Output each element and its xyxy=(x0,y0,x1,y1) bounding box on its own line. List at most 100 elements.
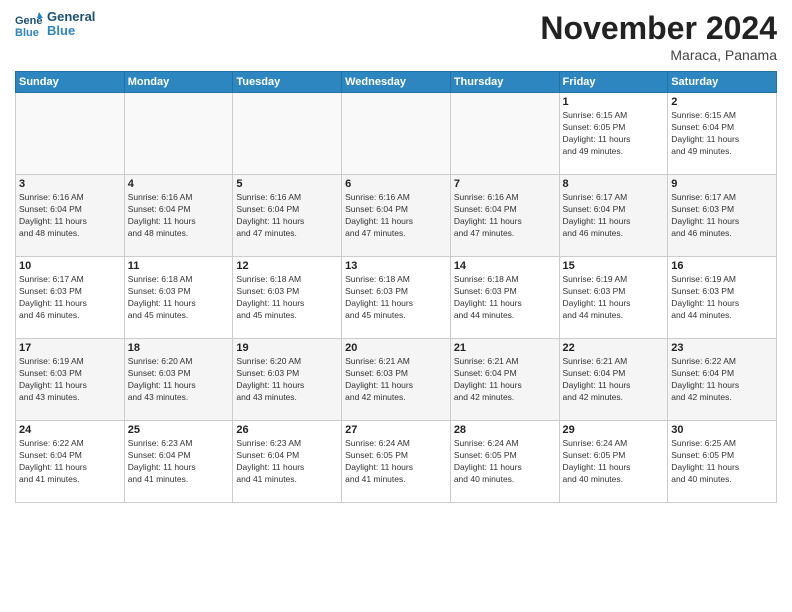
day-info: Sunrise: 6:19 AM Sunset: 6:03 PM Dayligh… xyxy=(671,274,773,322)
week-row-5: 24 Sunrise: 6:22 AM Sunset: 6:04 PM Dayli… xyxy=(16,421,777,503)
col-header-friday: Friday xyxy=(559,72,668,93)
calendar-cell xyxy=(342,93,451,175)
svg-text:Blue: Blue xyxy=(15,27,39,38)
logo-icon: General Blue xyxy=(15,10,43,38)
calendar-cell: 11 Sunrise: 6:18 AM Sunset: 6:03 PM Dayli… xyxy=(124,257,233,339)
location: Maraca, Panama xyxy=(540,47,777,63)
day-info: Sunrise: 6:18 AM Sunset: 6:03 PM Dayligh… xyxy=(128,274,230,322)
calendar-cell: 27 Sunrise: 6:24 AM Sunset: 6:05 PM Dayli… xyxy=(342,421,451,503)
calendar-page: General Blue General Blue November 2024 … xyxy=(0,0,792,612)
day-number: 1 xyxy=(563,96,665,108)
day-info: Sunrise: 6:23 AM Sunset: 6:04 PM Dayligh… xyxy=(236,438,338,486)
calendar-cell xyxy=(233,93,342,175)
logo-line1: General xyxy=(47,10,95,24)
header: General Blue General Blue November 2024 … xyxy=(15,10,777,63)
col-header-sunday: Sunday xyxy=(16,72,125,93)
day-info: Sunrise: 6:17 AM Sunset: 6:04 PM Dayligh… xyxy=(563,192,665,240)
day-number: 26 xyxy=(236,424,338,436)
day-number: 12 xyxy=(236,260,338,272)
day-number: 11 xyxy=(128,260,230,272)
day-info: Sunrise: 6:15 AM Sunset: 6:04 PM Dayligh… xyxy=(671,110,773,158)
day-info: Sunrise: 6:17 AM Sunset: 6:03 PM Dayligh… xyxy=(671,192,773,240)
calendar-cell: 7Sunrise: 6:16 AM Sunset: 6:04 PM Daylig… xyxy=(450,175,559,257)
day-number: 13 xyxy=(345,260,447,272)
calendar-cell: 14 Sunrise: 6:18 AM Sunset: 6:03 PM Dayli… xyxy=(450,257,559,339)
day-info: Sunrise: 6:22 AM Sunset: 6:04 PM Dayligh… xyxy=(19,438,121,486)
day-info: Sunrise: 6:21 AM Sunset: 6:04 PM Dayligh… xyxy=(454,356,556,404)
day-number: 16 xyxy=(671,260,773,272)
day-number: 3 xyxy=(19,178,121,190)
calendar-cell: 12 Sunrise: 6:18 AM Sunset: 6:03 PM Dayli… xyxy=(233,257,342,339)
calendar-table: SundayMondayTuesdayWednesdayThursdayFrid… xyxy=(15,71,777,503)
calendar-cell: 8 Sunrise: 6:17 AM Sunset: 6:04 PM Daylig… xyxy=(559,175,668,257)
calendar-cell: 9 Sunrise: 6:17 AM Sunset: 6:03 PM Daylig… xyxy=(668,175,777,257)
calendar-cell: 28Sunrise: 6:24 AM Sunset: 6:05 PM Dayli… xyxy=(450,421,559,503)
week-row-3: 10 Sunrise: 6:17 AM Sunset: 6:03 PM Dayli… xyxy=(16,257,777,339)
calendar-cell: 5 Sunrise: 6:16 AM Sunset: 6:04 PM Daylig… xyxy=(233,175,342,257)
day-info: Sunrise: 6:19 AM Sunset: 6:03 PM Dayligh… xyxy=(19,356,121,404)
calendar-cell: 4 Sunrise: 6:16 AM Sunset: 6:04 PM Daylig… xyxy=(124,175,233,257)
calendar-cell xyxy=(16,93,125,175)
col-header-saturday: Saturday xyxy=(668,72,777,93)
day-number: 22 xyxy=(563,342,665,354)
calendar-cell xyxy=(450,93,559,175)
day-number: 5 xyxy=(236,178,338,190)
week-row-2: 3 Sunrise: 6:16 AM Sunset: 6:04 PM Daylig… xyxy=(16,175,777,257)
day-info: Sunrise: 6:24 AM Sunset: 6:05 PM Dayligh… xyxy=(345,438,447,486)
calendar-cell: 1 Sunrise: 6:15 AM Sunset: 6:05 PM Daylig… xyxy=(559,93,668,175)
day-info: Sunrise: 6:17 AM Sunset: 6:03 PM Dayligh… xyxy=(19,274,121,322)
calendar-cell: 10 Sunrise: 6:17 AM Sunset: 6:03 PM Dayli… xyxy=(16,257,125,339)
calendar-cell: 13 Sunrise: 6:18 AM Sunset: 6:03 PM Dayli… xyxy=(342,257,451,339)
day-number: 25 xyxy=(128,424,230,436)
day-info: Sunrise: 6:18 AM Sunset: 6:03 PM Dayligh… xyxy=(236,274,338,322)
day-info: Sunrise: 6:20 AM Sunset: 6:03 PM Dayligh… xyxy=(236,356,338,404)
day-info: Sunrise: 6:16 AM Sunset: 6:04 PM Dayligh… xyxy=(236,192,338,240)
day-number: 27 xyxy=(345,424,447,436)
calendar-cell: 26 Sunrise: 6:23 AM Sunset: 6:04 PM Dayli… xyxy=(233,421,342,503)
calendar-cell: 6 Sunrise: 6:16 AM Sunset: 6:04 PM Daylig… xyxy=(342,175,451,257)
day-info: Sunrise: 6:16 AM Sunset: 6:04 PM Dayligh… xyxy=(128,192,230,240)
day-info: Sunrise: 6:18 AM Sunset: 6:03 PM Dayligh… xyxy=(454,274,556,322)
day-number: 4 xyxy=(128,178,230,190)
calendar-cell: 19 Sunrise: 6:20 AM Sunset: 6:03 PM Dayli… xyxy=(233,339,342,421)
day-info: Sunrise: 6:19 AM Sunset: 6:03 PM Dayligh… xyxy=(563,274,665,322)
day-number: 10 xyxy=(19,260,121,272)
day-number: 2 xyxy=(671,96,773,108)
day-number: 18 xyxy=(128,342,230,354)
calendar-cell: 3 Sunrise: 6:16 AM Sunset: 6:04 PM Daylig… xyxy=(16,175,125,257)
day-info: Sunrise: 6:22 AM Sunset: 6:04 PM Dayligh… xyxy=(671,356,773,404)
calendar-cell: 2 Sunrise: 6:15 AM Sunset: 6:04 PM Daylig… xyxy=(668,93,777,175)
calendar-cell: 20Sunrise: 6:21 AM Sunset: 6:03 PM Dayli… xyxy=(342,339,451,421)
month-title: November 2024 xyxy=(540,10,777,47)
day-info: Sunrise: 6:21 AM Sunset: 6:04 PM Dayligh… xyxy=(563,356,665,404)
logo-line2: Blue xyxy=(47,24,95,38)
day-number: 29 xyxy=(563,424,665,436)
day-number: 8 xyxy=(563,178,665,190)
day-info: Sunrise: 6:15 AM Sunset: 6:05 PM Dayligh… xyxy=(563,110,665,158)
day-number: 7 xyxy=(454,178,556,190)
day-info: Sunrise: 6:16 AM Sunset: 6:04 PM Dayligh… xyxy=(345,192,447,240)
day-info: Sunrise: 6:24 AM Sunset: 6:05 PM Dayligh… xyxy=(454,438,556,486)
day-info: Sunrise: 6:16 AM Sunset: 6:04 PM Dayligh… xyxy=(19,192,121,240)
day-number: 20 xyxy=(345,342,447,354)
day-info: Sunrise: 6:20 AM Sunset: 6:03 PM Dayligh… xyxy=(128,356,230,404)
col-header-tuesday: Tuesday xyxy=(233,72,342,93)
day-number: 24 xyxy=(19,424,121,436)
calendar-cell: 25 Sunrise: 6:23 AM Sunset: 6:04 PM Dayli… xyxy=(124,421,233,503)
day-info: Sunrise: 6:18 AM Sunset: 6:03 PM Dayligh… xyxy=(345,274,447,322)
day-number: 6 xyxy=(345,178,447,190)
calendar-cell: 16 Sunrise: 6:19 AM Sunset: 6:03 PM Dayli… xyxy=(668,257,777,339)
logo: General Blue General Blue xyxy=(15,10,95,39)
col-header-monday: Monday xyxy=(124,72,233,93)
day-number: 17 xyxy=(19,342,121,354)
day-number: 30 xyxy=(671,424,773,436)
day-number: 14 xyxy=(454,260,556,272)
calendar-cell: 23Sunrise: 6:22 AM Sunset: 6:04 PM Dayli… xyxy=(668,339,777,421)
calendar-cell: 22 Sunrise: 6:21 AM Sunset: 6:04 PM Dayli… xyxy=(559,339,668,421)
header-row: SundayMondayTuesdayWednesdayThursdayFrid… xyxy=(16,72,777,93)
day-info: Sunrise: 6:23 AM Sunset: 6:04 PM Dayligh… xyxy=(128,438,230,486)
week-row-1: 1 Sunrise: 6:15 AM Sunset: 6:05 PM Daylig… xyxy=(16,93,777,175)
day-number: 9 xyxy=(671,178,773,190)
calendar-cell xyxy=(124,93,233,175)
day-number: 19 xyxy=(236,342,338,354)
